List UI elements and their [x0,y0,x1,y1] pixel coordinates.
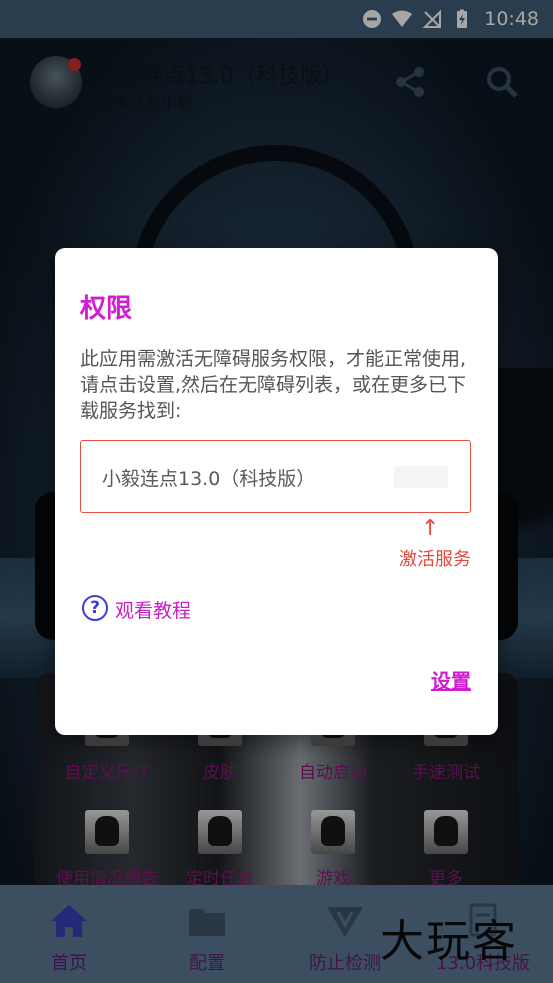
watch-tutorial-link[interactable]: 观看教程 [115,596,191,623]
accessibility-service-entry: 小毅连点13.0（科技版） [80,440,471,513]
service-name: 小毅连点13.0（科技版） [102,468,316,490]
help-circle-icon[interactable]: ? [82,595,108,621]
dialog-title: 权限 [80,294,133,324]
permission-dialog: 权限 此应用需激活无障碍服务权限，才能正常使用,请点击设置,然后在无障碍列表，或… [55,248,498,735]
dialog-message: 此应用需激活无障碍服务权限，才能正常使用,请点击设置,然后在无障碍列表，或在更多… [80,348,467,422]
service-toggle [394,466,448,488]
activate-service-label: 激活服务 [399,549,471,570]
settings-button[interactable]: 设置 [431,665,471,694]
up-arrow-icon: ↑ [421,516,440,541]
